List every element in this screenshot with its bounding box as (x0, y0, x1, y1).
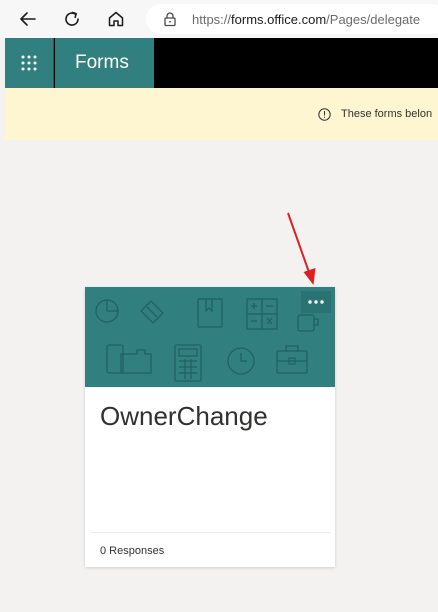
browser-toolbar: https://forms.office.com/Pages/delegate (0, 0, 438, 38)
banner-pattern-icon (95, 298, 319, 382)
app-title-link[interactable]: Forms (55, 38, 154, 88)
form-card-responses: 0 Responses (100, 545, 165, 557)
back-icon (20, 12, 36, 26)
url-prefix: https:// (192, 11, 232, 27)
home-icon (108, 11, 124, 27)
refresh-icon (65, 11, 79, 26)
url-text: https://forms.office.com/Pages/delegate (192, 12, 420, 27)
address-bar[interactable]: https://forms.office.com/Pages/delegate (146, 4, 438, 34)
form-card-banner (85, 287, 335, 387)
form-card-title: OwnerChange (100, 401, 268, 431)
annotation-arrow-icon (287, 212, 316, 285)
notice-text: These forms belon (341, 108, 433, 120)
notice-banner: These forms belon (5, 88, 438, 140)
lock-icon[interactable] (162, 11, 178, 27)
app-launcher-button[interactable] (5, 38, 54, 88)
app-launcher-icon (21, 55, 37, 71)
ellipsis-icon (308, 300, 324, 304)
app-title: Forms (75, 52, 129, 73)
more-options-button[interactable] (301, 291, 331, 313)
home-button[interactable] (102, 6, 130, 32)
info-icon (318, 107, 331, 121)
refresh-button[interactable] (58, 6, 86, 32)
url-host: forms.office.com (231, 11, 327, 27)
url-path: /Pages/delegate (326, 11, 421, 27)
form-card-divider (90, 532, 330, 533)
back-button[interactable] (14, 6, 42, 32)
form-card[interactable]: OwnerChange 0 Responses (85, 287, 335, 567)
app-header: Forms (5, 38, 438, 88)
